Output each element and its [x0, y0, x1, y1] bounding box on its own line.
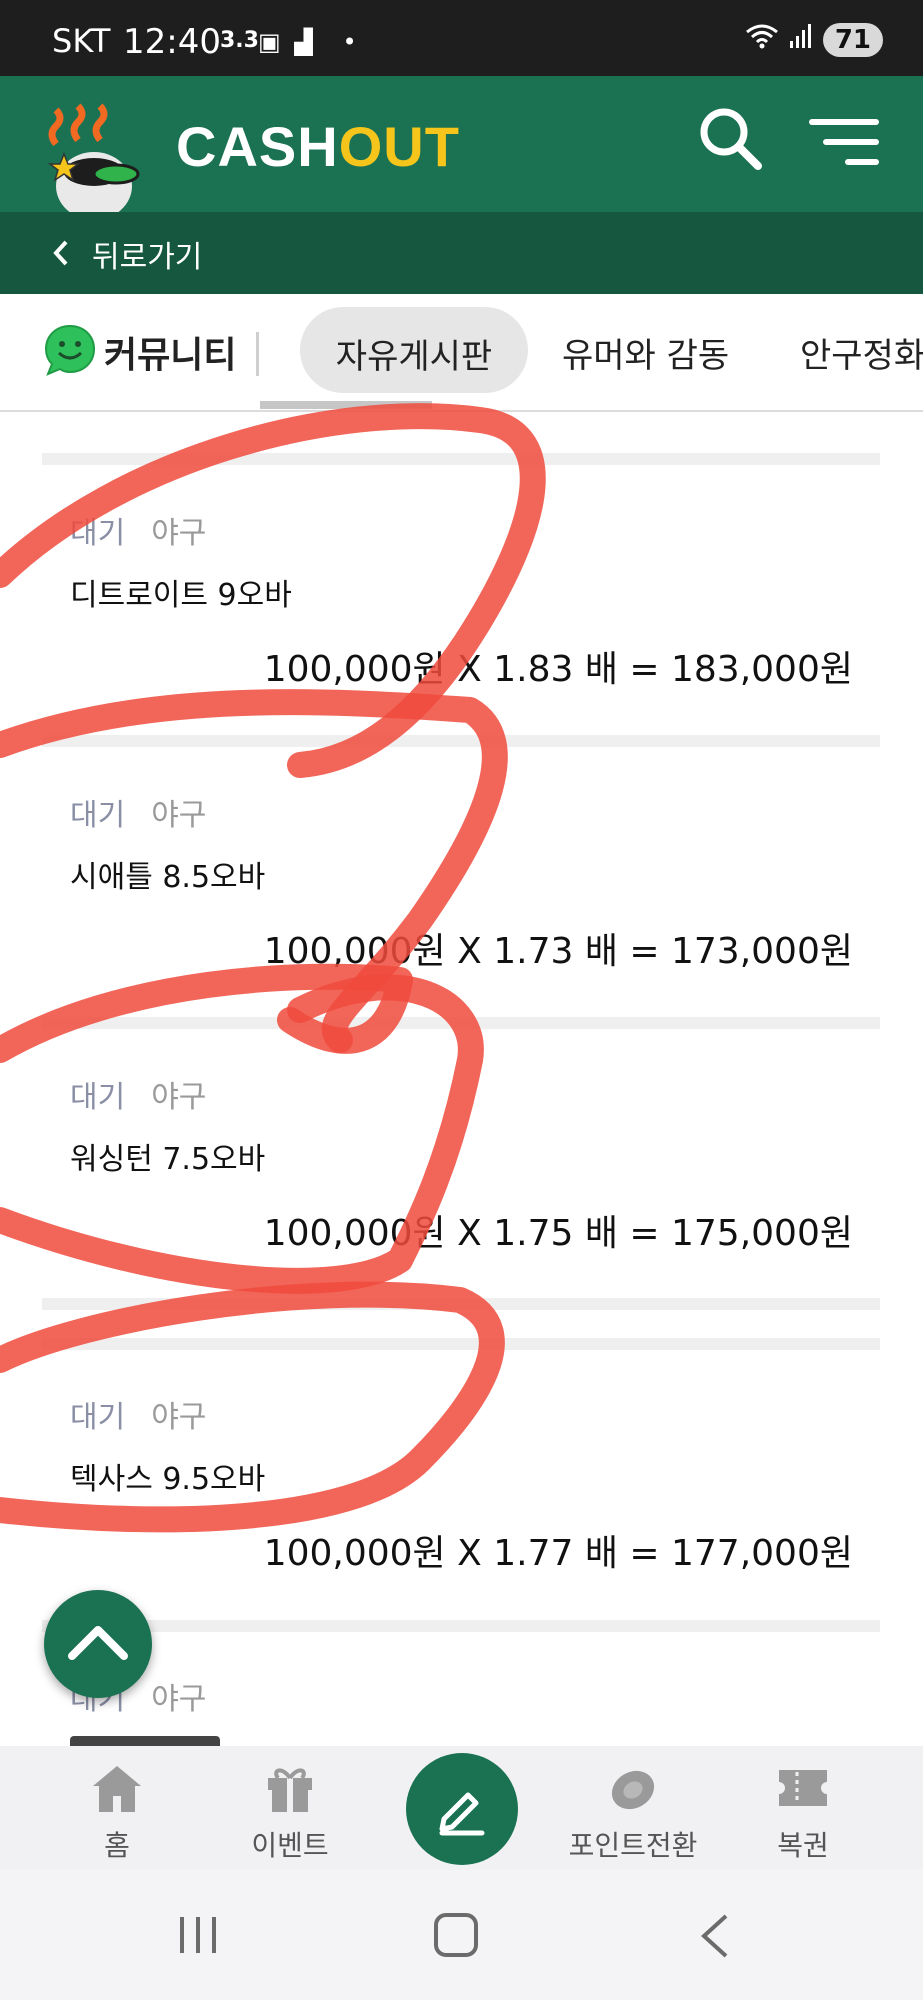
- post-bet-calc: 100,000원 X 1.77 배 = 177,000원: [263, 1533, 853, 1574]
- post-meta: 대기 야구: [70, 1392, 206, 1436]
- carrier-label: SKT: [52, 22, 111, 60]
- post-divider: [42, 1298, 880, 1310]
- brand-part-cash: CASH: [176, 115, 339, 178]
- nav-event-label: 이벤트: [251, 1829, 329, 1862]
- post-status: 대기: [70, 1400, 126, 1435]
- chat-smile-icon: [42, 322, 98, 378]
- post-status: 대기: [70, 798, 126, 833]
- network-speed: 3.3: [220, 30, 259, 52]
- home-icon: [93, 1766, 141, 1812]
- category-separator: [256, 332, 259, 376]
- chevron-left-icon[interactable]: [48, 236, 74, 270]
- post-bet-calc: 100,000원 X 1.75 배 = 175,000원: [263, 1213, 853, 1254]
- post-bet-calc: 100,000원 X 1.83 배 = 183,000원: [263, 649, 853, 690]
- signal-icon: [789, 23, 813, 56]
- menu-icon[interactable]: [808, 116, 880, 168]
- post-divider: [42, 453, 880, 465]
- tab-scroll-indicator: [260, 401, 432, 409]
- post-bet-calc: 100,000원 X 1.73 배 = 173,000원: [263, 931, 853, 972]
- network-speed-value: 3.3: [220, 28, 259, 53]
- brand-logo-text[interactable]: CASHOUT: [176, 114, 460, 179]
- post-sport: 야구: [151, 1682, 207, 1717]
- post-divider: [42, 1620, 880, 1632]
- nav-home-label: 홈: [104, 1829, 130, 1862]
- post-meta: 대기 야구: [70, 508, 206, 552]
- post-title[interactable]: 텍사스 9.5오바: [70, 1454, 265, 1498]
- write-post-button[interactable]: [406, 1753, 518, 1865]
- post-divider: [42, 1017, 880, 1029]
- scroll-to-top-button[interactable]: [44, 1590, 152, 1698]
- gift-icon: [268, 1768, 312, 1812]
- ticket-icon: [779, 1770, 827, 1806]
- post-divider: [42, 1338, 880, 1350]
- tab-free-board[interactable]: 자유게시판: [300, 307, 528, 393]
- tab-eye-candy[interactable]: 안구정화: [800, 328, 923, 377]
- tab-humor[interactable]: 유머와 감동: [562, 328, 729, 377]
- gallery-icon: ▣: [258, 28, 281, 56]
- back-button-label[interactable]: 뒤로가기: [92, 232, 202, 276]
- post-status: 대기: [70, 516, 126, 551]
- brand-part-out: OUT: [338, 115, 460, 178]
- post-meta: 대기 야구: [70, 790, 206, 834]
- chevron-up-icon: [68, 1626, 128, 1660]
- post-status: 대기: [70, 1080, 126, 1115]
- coin-icon: [611, 1770, 655, 1810]
- wifi-icon: [745, 22, 779, 57]
- post-title[interactable]: 시애틀 8.5오바: [70, 852, 265, 896]
- battery-indicator: 71: [822, 22, 883, 57]
- pencil-icon: [439, 1792, 485, 1836]
- status-right: 71: [745, 22, 883, 57]
- nav-point-exchange-label: 포인트전환: [568, 1829, 698, 1862]
- post-meta: 대기 야구: [70, 1072, 206, 1116]
- recent-apps-icon[interactable]: [178, 1915, 218, 1955]
- post-divider: [42, 735, 880, 747]
- post-sport: 야구: [151, 1400, 207, 1435]
- app-notification-icon: ▟: [294, 28, 313, 56]
- mascot-logo[interactable]: [44, 100, 164, 220]
- dot-icon: •: [342, 28, 357, 56]
- post-title[interactable]: 디트로이트 9오바: [70, 570, 292, 614]
- community-label: 커뮤니티: [104, 335, 237, 376]
- post-sport: 야구: [151, 516, 207, 551]
- tab-free-board-label: 자유게시판: [335, 337, 493, 377]
- post-sport: 야구: [151, 1080, 207, 1115]
- nav-lottery-label: 복권: [777, 1829, 829, 1862]
- post-title-partial[interactable]: [70, 1730, 240, 1746]
- notification-icons: ▣ ▟ •: [258, 28, 357, 56]
- clock: 12:40: [123, 22, 221, 62]
- back-arrow-icon[interactable]: [700, 1912, 730, 1960]
- post-title[interactable]: 워싱턴 7.5오바: [70, 1134, 265, 1178]
- home-button-icon[interactable]: [434, 1913, 478, 1957]
- post-sport: 야구: [151, 798, 207, 833]
- search-icon[interactable]: [696, 104, 766, 174]
